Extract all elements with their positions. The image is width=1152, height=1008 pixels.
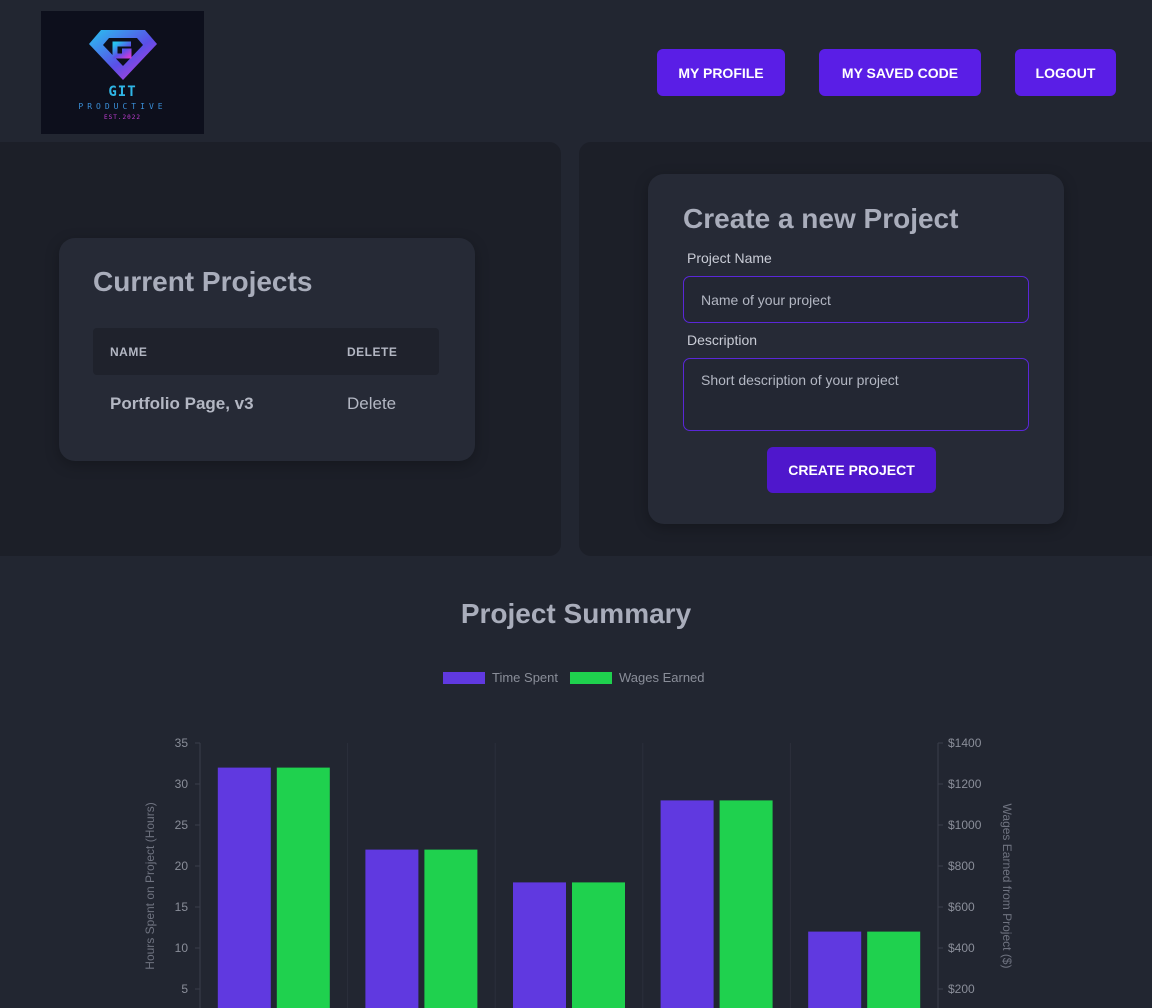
wages-earned-bar[interactable]	[424, 849, 478, 1008]
y-tick-right-label: $600	[948, 900, 975, 914]
y-tick-left-label: 10	[175, 941, 189, 955]
y-tick-right-label: $200	[948, 982, 975, 996]
wages-earned-bar[interactable]	[867, 931, 921, 1008]
y-tick-right-label: $1400	[948, 736, 982, 750]
y-tick-right-label: $1200	[948, 777, 982, 791]
y-tick-right-label: $800	[948, 859, 975, 873]
y-tick-left-label: 20	[175, 859, 189, 873]
y-tick-left-label: 30	[175, 777, 189, 791]
y-tick-right-label: $400	[948, 941, 975, 955]
legend-swatch	[443, 672, 485, 684]
time-spent-bar[interactable]	[217, 767, 271, 1008]
time-spent-bar[interactable]	[808, 931, 862, 1008]
wages-earned-bar[interactable]	[276, 767, 330, 1008]
legend-label[interactable]: Wages Earned	[619, 670, 705, 685]
y-tick-left-label: 15	[175, 900, 189, 914]
y-axis-left-title: Hours Spent on Project (Hours)	[143, 802, 157, 969]
y-tick-left-label: 35	[175, 736, 189, 750]
project-summary-chart: 5 10 15 20 25 30 35 $200 $400 $600 $800 $1000 $1200 $…	[143, 670, 1014, 1008]
legend-label[interactable]: Time Spent	[492, 670, 558, 685]
y-tick-left-label: 25	[175, 818, 189, 832]
time-spent-bar[interactable]	[660, 800, 714, 1008]
y-axis-right-title: Wages Earned from Project ($)	[1000, 804, 1014, 969]
legend-swatch	[570, 672, 612, 684]
wages-earned-bar[interactable]	[719, 800, 773, 1008]
y-tick-left-label: 5	[181, 982, 188, 996]
y-tick-right-label: $1000	[948, 818, 982, 832]
wages-earned-bar[interactable]	[572, 882, 625, 1008]
time-spent-bar[interactable]	[513, 882, 566, 1008]
time-spent-bar[interactable]	[365, 849, 419, 1008]
